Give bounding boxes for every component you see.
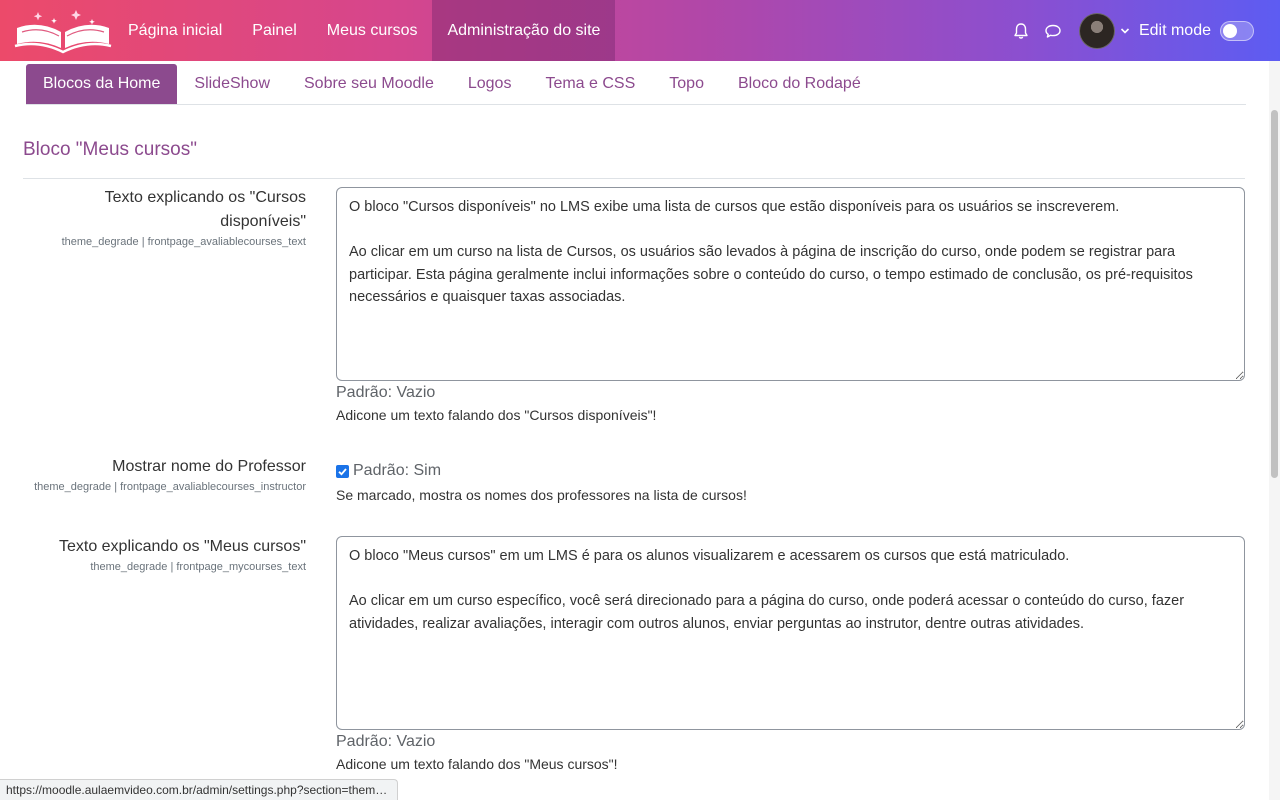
my-courses-text-default: Padrão: Vazio <box>336 733 436 750</box>
settings-tabs: Blocos da Home SlideShow Sobre seu Moodl… <box>26 64 1246 105</box>
setting-label-available-courses-text: Texto explicando os "Cursos disponíveis" <box>104 189 306 230</box>
site-logo[interactable] <box>14 10 112 54</box>
available-courses-text-input[interactable] <box>336 187 1245 381</box>
edit-mode-label: Edit mode <box>1138 21 1211 39</box>
open-book-logo-icon <box>14 10 112 54</box>
my-courses-text-input[interactable] <box>336 536 1245 730</box>
chat-bubble-icon <box>1045 24 1061 38</box>
tab-home-blocks[interactable]: Blocos da Home <box>26 64 178 104</box>
link-preview-statusbar: https://moodle.aulaemvideo.com.br/admin/… <box>0 779 399 800</box>
tab-about-moodle[interactable]: Sobre seu Moodle <box>287 64 451 104</box>
show-instructor-description: Se marcado, mostra os nomes dos professo… <box>336 487 747 503</box>
chevron-down-icon <box>1120 27 1130 34</box>
top-navbar: Página inicial Painel Meus cursos Admini… <box>0 0 1280 61</box>
user-menu-toggle[interactable] <box>1117 23 1133 39</box>
show-instructor-checkbox[interactable] <box>336 464 349 478</box>
nav-dashboard[interactable]: Painel <box>237 0 311 61</box>
setting-label-show-instructor: Mostrar nome do Professor <box>112 458 306 475</box>
primary-navigation: Página inicial Painel Meus cursos Admini… <box>113 0 616 61</box>
navbar-user-area: Edit mode <box>1005 0 1280 61</box>
scrollbar-thumb[interactable] <box>1271 110 1278 478</box>
messages-button[interactable] <box>1037 15 1069 47</box>
show-instructor-default: Padrão: Sim <box>353 462 442 479</box>
nav-my-courses[interactable]: Meus cursos <box>312 0 433 61</box>
show-instructor-row: Padrão: Sim <box>336 462 441 480</box>
notifications-button[interactable] <box>1005 15 1037 47</box>
section-divider <box>23 178 1245 179</box>
nav-home[interactable]: Página inicial <box>113 0 237 61</box>
setting-id-available-courses-text: theme_degrade | frontpage_avaliablecours… <box>61 236 306 248</box>
user-avatar[interactable] <box>1078 12 1115 49</box>
bell-icon <box>1014 22 1028 39</box>
tab-theme-css[interactable]: Tema e CSS <box>528 64 652 104</box>
setting-id-show-instructor: theme_degrade | frontpage_avaliablecours… <box>34 481 306 493</box>
checkmark-icon <box>338 467 347 476</box>
tab-logos[interactable]: Logos <box>451 64 529 104</box>
tab-top[interactable]: Topo <box>652 64 721 104</box>
nav-site-administration[interactable]: Administração do site <box>432 0 616 61</box>
available-courses-text-description: Adicone um texto falando dos "Cursos dis… <box>336 407 657 423</box>
my-courses-text-description: Adicone um texto falando dos "Meus curso… <box>336 756 618 772</box>
edit-mode-toggle[interactable] <box>1220 20 1254 41</box>
tab-slideshow[interactable]: SlideShow <box>177 64 287 104</box>
tab-footer-block[interactable]: Bloco do Rodapé <box>721 64 878 104</box>
setting-label-my-courses-text: Texto explicando os "Meus cursos" <box>58 538 306 555</box>
available-courses-text-default: Padrão: Vazio <box>336 384 436 401</box>
section-title: Bloco "Meus cursos" <box>23 139 197 160</box>
setting-id-my-courses-text: theme_degrade | frontpage_mycourses_text <box>90 561 306 573</box>
